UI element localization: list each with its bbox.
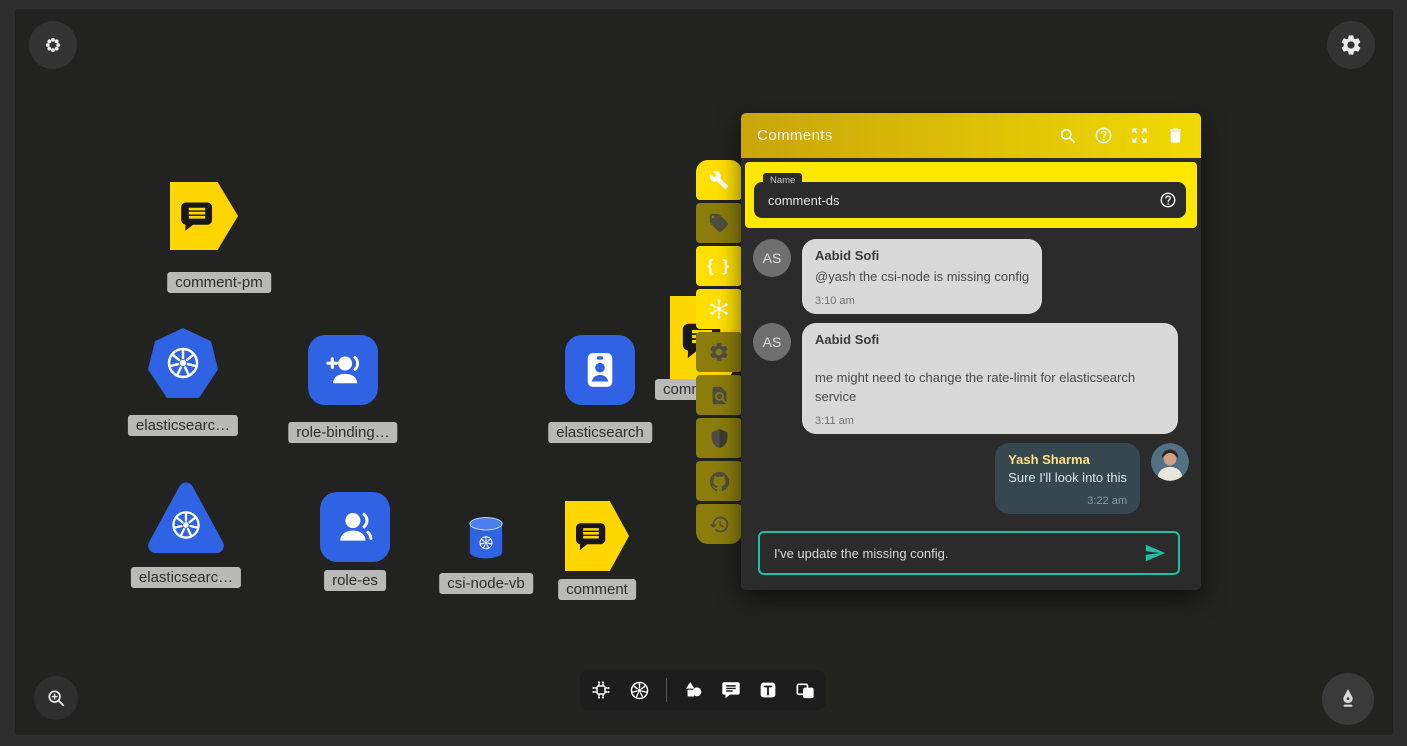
dock-item-hub[interactable] [696,289,742,329]
message-bubble: Yash Sharma Sure I'll look into this 3:2… [995,443,1140,515]
message-author: Yash Sharma [1008,452,1127,467]
comments-panel: Comments Name AS Aabid Sofi @yash the cs… [741,113,1201,590]
app-menu-button[interactable] [29,21,77,69]
kubernetes-wheel-icon[interactable] [628,679,651,702]
message-author: Aabid Sofi [815,248,1029,263]
dock-item-code[interactable]: { } [696,246,742,286]
shield-icon [709,428,730,449]
zoom-button[interactable] [34,676,78,720]
comment-bubble-icon [178,197,216,235]
node-comment-pm[interactable] [170,182,238,250]
message-row: AS Aabid Sofi @yash the csi-node is miss… [753,239,1189,314]
dock-item-tags[interactable] [696,203,742,243]
avatar-photo [1151,443,1189,481]
message-author: Aabid Sofi [815,332,1165,347]
dock-item-security[interactable] [696,418,742,458]
dock-item-validate[interactable] [696,375,742,415]
settings-button[interactable] [1327,21,1375,69]
hub-icon [707,297,731,321]
message-row: Yash Sharma Sure I'll look into this 3:2… [753,443,1189,515]
settings-gear-icon [1339,33,1363,57]
message-bubble: Aabid Sofi @yash the csi-node is missing… [802,239,1042,314]
dock-item-settings[interactable] [696,332,742,372]
expand-icon[interactable] [1130,126,1149,145]
pen-tool-icon [1336,687,1360,711]
text-tool-icon[interactable] [757,679,779,701]
node-label: comment-pm [167,272,271,293]
braces-icon: { } [707,256,731,276]
help-icon[interactable] [1094,126,1113,145]
node-role-binding[interactable] [308,335,378,405]
toolbar-divider [666,678,667,702]
person-add-icon [322,349,364,391]
id-badge-icon [577,347,623,393]
chat-input-row [758,531,1180,575]
comments-panel-header[interactable]: Comments [741,113,1201,158]
node-label: comment [558,579,636,600]
search-icon[interactable] [1058,126,1077,145]
node-label: csi-node-vb [439,573,533,594]
shapes-icon[interactable] [682,679,705,702]
github-icon [708,470,731,493]
message-text: @yash the csi-node is missing config [815,268,1029,287]
node-role-es[interactable] [320,492,390,562]
panel-title: Comments [757,127,1058,144]
message-text: me might need to change the rate-limit f… [815,369,1165,407]
send-button[interactable] [1144,542,1166,564]
message-time: 3:10 am [815,295,1029,307]
user-photo-icon [1151,443,1189,481]
kubernetes-wheel-icon [163,343,203,383]
message-time: 3:11 am [815,415,1165,427]
avatar: AS [753,323,791,361]
name-input[interactable] [754,182,1186,218]
message-bubble: Aabid Sofi me might need to change the r… [802,323,1178,434]
dock-item-tools[interactable] [696,160,742,200]
pen-tool-button[interactable] [1322,673,1374,725]
help-icon[interactable] [1159,191,1177,209]
avatar: AS [753,239,791,277]
node-elasticsearch-triangle[interactable] [144,478,228,556]
node-label: role-es [324,570,386,591]
chat-input[interactable] [772,545,1144,562]
node-elasticsearch-pod[interactable] [148,328,218,398]
trash-icon[interactable] [1166,126,1185,145]
meshery-logo-icon [42,34,64,56]
messages-list[interactable]: AS Aabid Sofi @yash the csi-node is miss… [741,232,1201,529]
kubernetes-wheel-icon [168,507,204,543]
node-comment[interactable] [565,501,629,571]
name-field-wrap: Name [745,162,1197,228]
node-label: role-binding… [288,422,397,443]
service-mesh-chip-icon[interactable] [589,678,613,702]
comment-bubble-icon [573,518,609,554]
message-row: AS Aabid Sofi me might need to change th… [753,323,1189,434]
zoom-in-icon [45,687,67,709]
dock-item-history[interactable] [696,504,742,544]
wrench-icon [709,170,729,190]
dock-item-github[interactable] [696,461,742,501]
node-label: elasticsearc… [128,415,238,436]
node-label: elasticsearch [548,422,652,443]
name-field-label: Name [763,173,802,188]
bottom-toolbar [580,670,826,710]
comment-tool-icon[interactable] [720,679,742,701]
send-icon [1144,542,1166,564]
cylinder-shape [467,517,505,559]
doc-search-icon [709,385,730,406]
message-time: 3:22 am [1008,495,1127,507]
board-icon[interactable] [794,679,817,702]
side-dock: { } [696,160,742,544]
gear-icon [708,341,730,363]
tag-icon [708,212,730,234]
node-csi-node-vb[interactable] [467,517,505,559]
message-text: Sure I'll look into this [1008,469,1127,488]
history-icon [709,514,730,535]
node-elasticsearch[interactable] [565,335,635,405]
node-label: elasticsearc… [131,567,241,588]
person-icon [334,506,376,548]
